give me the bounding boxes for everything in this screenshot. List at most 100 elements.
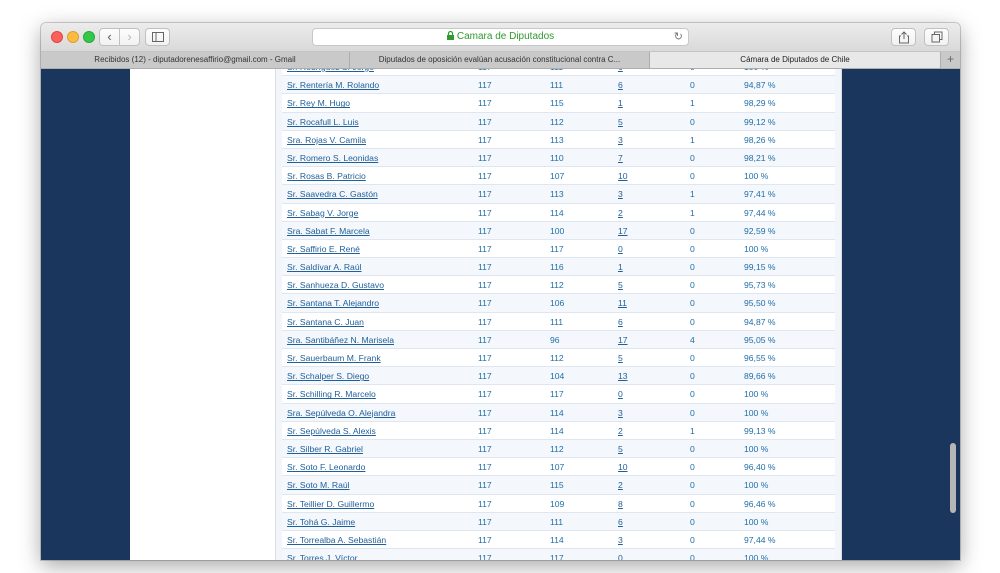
deputy-name-link[interactable]: Sr. Soto F. Leonardo [287, 458, 365, 476]
deputy-name-link[interactable]: Sr. Schilling R. Marcelo [287, 385, 376, 403]
table-row: Sr. Torrealba A. Sebastián 117 114 3 0 97,44 … [282, 530, 835, 550]
table-row: Sra. Santibáñez N. Marisela 117 96 17 4 95,05… [282, 330, 835, 349]
count-link[interactable]: 1 [618, 94, 623, 112]
table-cell: 0 [690, 225, 695, 236]
table-cell: 4 [690, 334, 695, 345]
count-link[interactable]: 3 [618, 185, 623, 203]
table-cell: 117 [478, 462, 492, 473]
deputy-name-link[interactable]: Sr. Teillier D. Guillermo [287, 495, 374, 513]
count-link[interactable]: 13 [618, 367, 628, 385]
table-cell: 89,66 % [744, 371, 776, 382]
table-cell: 0 [690, 69, 695, 76]
scrollbar[interactable] [947, 69, 960, 560]
table-cell: 100 % [744, 171, 769, 182]
table-cell: 97,44 % [744, 207, 776, 218]
deputy-name-link[interactable]: Sr. Saldívar A. Raúl [287, 258, 362, 276]
scrollbar-thumb[interactable] [950, 443, 956, 513]
table-cell: 100 % [744, 516, 769, 527]
count-link[interactable]: 0 [618, 549, 623, 560]
deputy-name-link[interactable]: Sr. Sauerbaum M. Frank [287, 349, 381, 367]
deputy-name-link[interactable]: Sr. Rey M. Hugo [287, 94, 350, 112]
count-link[interactable]: 5 [618, 113, 623, 131]
new-tab-button[interactable]: + [941, 52, 960, 68]
table-cell: 0 [690, 80, 695, 91]
count-link[interactable]: 3 [618, 131, 623, 149]
table-cell: 112 [550, 353, 564, 363]
deputy-name-link[interactable]: Sra. Santibáñez N. Marisela [287, 331, 394, 349]
back-button[interactable]: ‹ [99, 28, 120, 46]
count-link[interactable]: 6 [618, 313, 623, 331]
deputy-name-link[interactable]: Sr. Silber R. Gabriel [287, 440, 363, 458]
count-link[interactable]: 6 [618, 76, 623, 94]
deputy-name-link[interactable]: Sr. Rosas B. Patricio [287, 167, 366, 185]
table-cell: 117 [478, 353, 492, 363]
table-row: Sr. Teillier D. Guillermo 117 109 8 0 96,46 % [282, 494, 835, 513]
count-link[interactable]: 7 [618, 149, 623, 167]
deputy-name-link[interactable]: Sr. Santana T. Alejandro [287, 294, 379, 312]
deputy-name-link[interactable]: Sr. Rodríguez S. Jorge [287, 69, 374, 76]
table-cell: 115 [550, 480, 564, 491]
deputy-name-link[interactable]: Sr. Soto M. Raúl [287, 476, 350, 494]
tab-bar: Recibidos (12) - diputadorenesaffirio@gm… [41, 52, 960, 69]
table-row: Sr. Tohá G. Jaime 117 111 6 0 100 % [282, 512, 835, 531]
deputy-name-link[interactable]: Sr. Torres J. Víctor [287, 549, 358, 560]
count-link[interactable]: 3 [618, 531, 623, 549]
table-cell: 117 [478, 207, 492, 218]
table-cell: 97,41 % [744, 189, 776, 200]
deputy-name-link[interactable]: Sra. Rojas V. Camila [287, 131, 366, 149]
count-link[interactable]: 1 [618, 258, 623, 276]
table-cell: 0 [690, 480, 695, 491]
close-window-button[interactable] [51, 31, 63, 43]
table-cell: 1 [690, 98, 695, 109]
deputy-name-link[interactable]: Sra. Sepúlveda O. Alejandra [287, 404, 395, 422]
tab-gmail[interactable]: Recibidos (12) - diputadorenesaffirio@gm… [41, 52, 350, 68]
tab-camara-diputados[interactable]: Cámara de Diputados de Chile [650, 52, 941, 68]
minimize-window-button[interactable] [67, 31, 79, 43]
deputy-name-link[interactable]: Sr. Sabag V. Jorge [287, 204, 358, 222]
count-link[interactable]: 0 [618, 240, 623, 258]
deputy-name-link[interactable]: Sr. Schalper S. Diego [287, 367, 369, 385]
count-link[interactable]: 2 [618, 476, 623, 494]
count-link[interactable]: 17 [618, 222, 628, 240]
count-link[interactable]: 10 [618, 167, 628, 185]
count-link[interactable]: 5 [618, 276, 623, 294]
deputy-name-link[interactable]: Sr. Sepúlveda S. Alexis [287, 422, 376, 440]
count-link[interactable]: 5 [618, 349, 623, 367]
deputy-name-link[interactable]: Sr. Tohá G. Jaime [287, 513, 355, 531]
share-button[interactable] [891, 28, 916, 46]
count-link[interactable]: 6 [618, 513, 623, 531]
table-cell: 96,40 % [744, 462, 776, 473]
count-link[interactable]: 10 [618, 458, 628, 476]
forward-button[interactable]: › [119, 28, 140, 46]
deputy-name-link[interactable]: Sr. Saffirio E. René [287, 240, 360, 258]
deputy-name-link[interactable]: Sr. Romero S. Leonidas [287, 149, 378, 167]
reload-icon[interactable]: ↻ [674, 29, 683, 45]
table-row: Sra. Sepúlveda O. Alejandra 117 114 3 0 100 % [282, 403, 835, 422]
table-cell: 117 [478, 80, 492, 91]
count-link[interactable]: 3 [618, 404, 623, 422]
deputy-name-link[interactable]: Sr. Rocafull L. Luis [287, 113, 359, 131]
count-link[interactable]: 2 [618, 422, 623, 440]
count-link[interactable]: 5 [618, 440, 623, 458]
count-link[interactable]: 17 [618, 331, 628, 349]
table-cell: 113 [550, 189, 564, 200]
deputy-name-link[interactable]: Sr. Rentería M. Rolando [287, 76, 379, 94]
count-link[interactable]: 2 [618, 204, 623, 222]
address-bar[interactable]: Camara de Diputados ↻ [312, 28, 689, 46]
deputy-name-link[interactable]: Sra. Sabat F. Marcela [287, 222, 370, 240]
table-cell: 114 [550, 207, 564, 218]
table-row: Sr. Rosas B. Patricio 117 107 10 0 100 % [282, 167, 835, 186]
count-link[interactable]: 0 [618, 385, 623, 403]
table-cell: 0 [690, 389, 695, 400]
count-link[interactable]: 11 [618, 294, 627, 312]
sidebar-toggle-button[interactable] [145, 28, 170, 46]
show-tabs-button[interactable] [924, 28, 949, 46]
deputy-name-link[interactable]: Sr. Torrealba A. Sebastián [287, 531, 386, 549]
deputy-name-link[interactable]: Sr. Saavedra C. Gastón [287, 185, 378, 203]
count-link[interactable]: 6 [618, 69, 623, 76]
tab-news-article[interactable]: Diputados de oposición evalúan acusación… [350, 52, 650, 68]
deputy-name-link[interactable]: Sr. Santana C. Juan [287, 313, 364, 331]
deputy-name-link[interactable]: Sr. Sanhueza D. Gustavo [287, 276, 384, 294]
zoom-window-button[interactable] [83, 31, 95, 43]
count-link[interactable]: 8 [618, 495, 623, 513]
